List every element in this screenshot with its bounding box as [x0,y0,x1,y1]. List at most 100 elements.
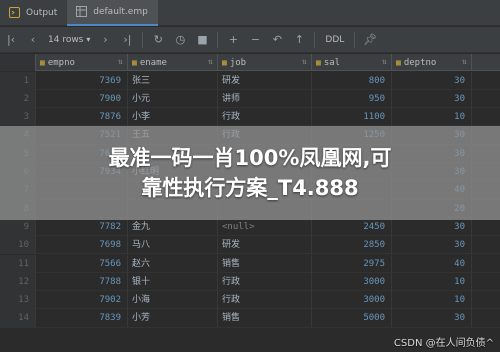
cell-job[interactable]: 研发 [218,71,312,90]
table-row[interactable]: 1 7369 张三 研发 800 30 [0,71,500,90]
delete-row-icon[interactable]: − [245,30,265,50]
ddl-button[interactable]: DDL [319,35,350,45]
cell-ename[interactable]: 张三 [128,71,218,90]
cell-deptno[interactable]: 10 [392,272,472,291]
table-row[interactable]: 13 7902 小海 行政 3000 10 [0,291,500,310]
tab-default-emp[interactable]: default.emp [67,0,158,26]
row-number: 3 [0,108,36,127]
cell-ename[interactable]: 赵六 [128,254,218,273]
cell-deptno[interactable]: 30 [392,309,472,328]
cell-ename[interactable]: 金九 [128,217,218,236]
cell-job[interactable]: 销售 [218,254,312,273]
column-header-deptno[interactable]: ▦ deptno ⇅ [392,54,472,71]
cell-empno[interactable]: 7876 [36,108,128,127]
table-row[interactable]: 11 7566 赵六 销售 2975 40 [0,254,500,273]
sort-icon[interactable]: ⇅ [462,57,467,66]
cell-empno[interactable]: 7369 [36,71,128,90]
row-number: 9 [0,217,36,236]
grid-header: ▦ empno ⇅ ▦ ename ⇅ ▦ job ⇅ ▦ sal ⇅ ▦ de… [0,54,500,71]
sort-icon[interactable]: ⇅ [302,57,307,66]
tab-output-label: Output [26,7,58,18]
first-page-icon[interactable]: |‹ [1,30,21,50]
cell-empno[interactable]: 7698 [36,236,128,255]
cell-deptno[interactable]: 40 [392,254,472,273]
cell-sal[interactable]: 3000 [312,272,392,291]
add-row-icon[interactable]: + [223,30,243,50]
cell-ename[interactable]: 马八 [128,236,218,255]
cell-sal[interactable]: 1100 [312,108,392,127]
cell-sal[interactable]: 2975 [312,254,392,273]
rows-count-dropdown[interactable]: 14 rows ▾ [48,35,90,45]
pin-icon[interactable]: 📌︎ [360,30,380,50]
cell-job[interactable]: 研发 [218,236,312,255]
table-row[interactable]: 10 7698 马八 研发 2850 30 [0,236,500,255]
cell-ename[interactable]: 小李 [128,108,218,127]
cell-empno[interactable]: 7788 [36,272,128,291]
column-key-icon: ▦ [396,58,401,67]
cell-deptno[interactable]: 30 [392,236,472,255]
toolbar-divider [354,31,356,48]
cell-empno[interactable]: 7902 [36,291,128,310]
cell-empno[interactable]: 7839 [36,309,128,328]
sort-icon[interactable]: ⇅ [208,57,213,66]
cell-empno[interactable]: 7782 [36,217,128,236]
row-number: 13 [0,291,36,310]
cell-sal[interactable]: 800 [312,71,392,90]
cell-sal[interactable]: 5000 [312,309,392,328]
column-header-job[interactable]: ▦ job ⇅ [218,54,312,71]
grid-toolbar: |‹ ‹ 14 rows ▾ › ›| ↻ ◷ ■ + − ↶ ↑ DDL 📌︎ [0,27,500,53]
chevron-down-icon: ▾ [86,35,91,44]
last-page-icon[interactable]: ›| [117,30,137,50]
table-row[interactable]: 14 7839 小芳 销售 5000 30 [0,309,500,328]
column-header-sal[interactable]: ▦ sal ⇅ [312,54,392,71]
sort-icon[interactable]: ⇅ [382,57,387,66]
cell-ename[interactable]: 小海 [128,291,218,310]
table-row[interactable]: 3 7876 小李 行政 1100 10 [0,108,500,127]
cell-job[interactable]: 讲师 [218,89,312,108]
cell-sal[interactable]: 3000 [312,291,392,310]
overlay-banner: 最准一码一肖100%凤凰网,可 靠性执行方案_T4.888 [0,126,500,220]
cell-ename[interactable]: 银十 [128,272,218,291]
column-header-ename[interactable]: ▦ ename ⇅ [128,54,218,71]
cell-sal[interactable]: 950 [312,89,392,108]
cell-empno[interactable]: 7566 [36,254,128,273]
cell-job[interactable]: 行政 [218,291,312,310]
stop-icon[interactable]: ■ [192,30,212,50]
column-header-empno[interactable]: ▦ empno ⇅ [36,54,128,71]
cell-deptno[interactable]: 10 [392,108,472,127]
cell-ename[interactable]: 小芳 [128,309,218,328]
cell-ename[interactable]: 小元 [128,89,218,108]
editor-tab-bar: Output default.emp [0,0,500,26]
row-number: 14 [0,309,36,328]
sort-icon[interactable]: ⇅ [118,57,123,66]
cell-sal[interactable]: 2850 [312,236,392,255]
cell-sal[interactable]: 2450 [312,217,392,236]
row-number: 10 [0,236,36,255]
cell-deptno[interactable]: 10 [392,291,472,310]
table-row[interactable]: 2 7900 小元 讲师 950 30 [0,89,500,109]
row-number: 2 [0,89,36,108]
revert-icon[interactable]: ↶ [267,30,287,50]
cell-empno[interactable]: 7900 [36,89,128,108]
tab-output[interactable]: Output [0,0,67,26]
cell-job[interactable]: 行政 [218,108,312,127]
cell-deptno[interactable]: 30 [392,71,472,90]
table-icon [75,6,87,18]
query-history-icon[interactable]: ◷ [170,30,190,50]
cell-job[interactable]: 行政 [218,272,312,291]
cell-deptno[interactable]: 30 [392,217,472,236]
overlay-line-1: 最准一码一肖100%凤凰网,可 [108,146,392,170]
table-row[interactable]: 12 7788 银十 行政 3000 10 [0,272,500,292]
next-page-icon[interactable]: › [95,30,115,50]
refresh-icon[interactable]: ↻ [148,30,168,50]
overlay-line-2: 靠性执行方案_T4.888 [141,176,359,200]
cell-job[interactable]: 销售 [218,309,312,328]
submit-icon[interactable]: ↑ [289,30,309,50]
cell-deptno[interactable]: 30 [392,89,472,108]
previous-page-icon[interactable]: ‹ [23,30,43,50]
table-row[interactable]: 9 7782 金九 <null> 2450 30 [0,217,500,237]
toolbar-divider [314,31,316,48]
column-key-icon: ▦ [316,58,321,67]
cell-job[interactable]: <null> [218,217,312,236]
row-number: 1 [0,71,36,90]
